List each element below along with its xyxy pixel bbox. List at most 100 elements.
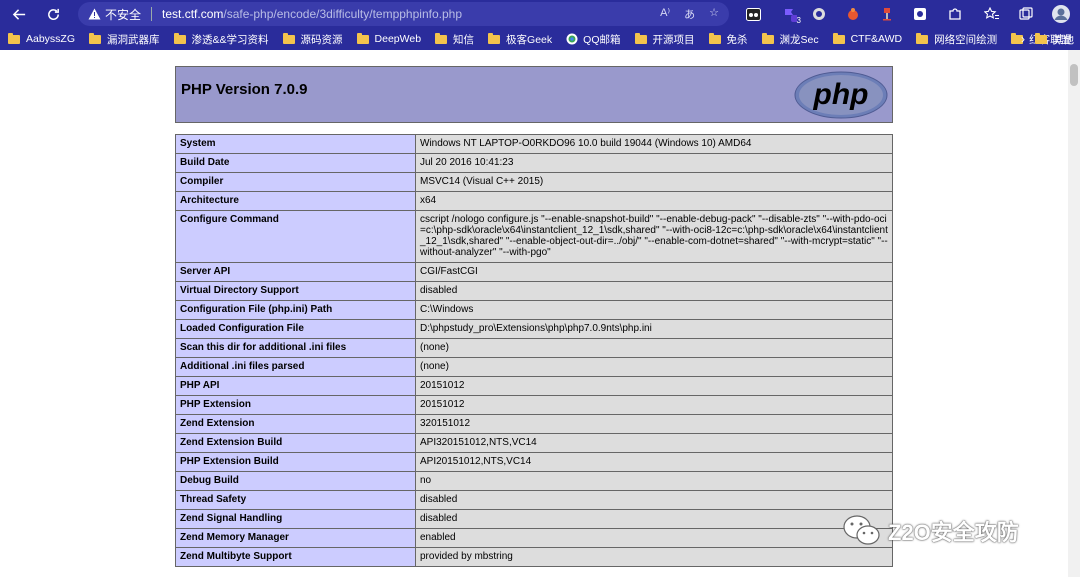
- extensions-button[interactable]: [945, 4, 965, 24]
- scrollbar-thumb[interactable]: [1070, 64, 1078, 86]
- table-row: Build Date Jul 20 2016 10:41:23: [175, 153, 893, 173]
- star-list-icon: [983, 7, 999, 19]
- bookmark-folder[interactable]: 渊龙Sec: [761, 32, 819, 47]
- info-value: Jul 20 2016 10:41:23: [415, 153, 893, 173]
- info-key: PHP Extension Build: [175, 452, 416, 472]
- table-row: PHP Extension Build API20151012,NTS,VC14: [175, 452, 893, 472]
- info-value: enabled: [415, 528, 893, 548]
- table-row: System Windows NT LAPTOP-O0RKDO96 10.0 bu…: [175, 134, 893, 154]
- folder-icon: [761, 32, 774, 44]
- table-row: Zend Multibyte Support provided by mbstri…: [175, 547, 893, 567]
- info-key: PHP API: [175, 376, 416, 396]
- folder-icon: [89, 32, 102, 44]
- info-value: (none): [415, 338, 893, 358]
- bookmark-folder[interactable]: 渗透&&学习资料: [173, 32, 269, 47]
- security-label: 不安全: [105, 7, 142, 22]
- folder-icon: [173, 32, 186, 44]
- bookmark-label: 网络空间绘测: [934, 33, 998, 46]
- table-row: Zend Extension Build API320151012,NTS,VC1…: [175, 433, 893, 453]
- info-key: Loaded Configuration File: [175, 319, 416, 339]
- table-row: Scan this dir for additional .ini files(…: [175, 338, 893, 358]
- address-bar[interactable]: 不安全 test.ctf.com/safe-php/encode/3diffic…: [78, 2, 729, 26]
- info-key: Configure Command: [175, 210, 416, 263]
- info-key: Zend Extension: [175, 414, 416, 434]
- info-key: Zend Signal Handling: [175, 509, 416, 529]
- info-value: D:\phpstudy_pro\Extensions\php\php7.0.9n…: [415, 319, 893, 339]
- back-button[interactable]: [2, 0, 36, 28]
- php-info-table: System Windows NT LAPTOP-O0RKDO96 10.0 bu…: [175, 134, 893, 567]
- folder-icon: [488, 32, 501, 44]
- screenshot-icon: [914, 8, 926, 20]
- table-row: Configuration File (php.ini) Path C:\Wind…: [175, 300, 893, 320]
- info-key: Zend Multibyte Support: [175, 547, 416, 567]
- bookmarks-overflow-chevron-icon[interactable]: ›: [1021, 32, 1025, 46]
- info-key: Debug Build: [175, 471, 416, 491]
- info-value: 20151012: [415, 376, 893, 396]
- bookmark-folder[interactable]: 知信: [435, 32, 474, 47]
- profile-avatar[interactable]: [1050, 4, 1072, 24]
- extension-icon-1[interactable]: [743, 4, 763, 24]
- extension-icon-3[interactable]: [809, 4, 829, 24]
- favorites-button[interactable]: [981, 4, 1001, 24]
- bookmark-folder[interactable]: 其他: [1035, 32, 1074, 47]
- info-key: Compiler: [175, 172, 416, 192]
- bug-icon: [848, 8, 858, 20]
- info-key: Zend Extension Build: [175, 433, 416, 453]
- avatar-icon: [1052, 5, 1070, 23]
- read-aloud-icon[interactable]: A⁾: [660, 6, 670, 22]
- bookmark-link[interactable]: QQ邮箱: [566, 32, 621, 47]
- info-value: C:\Windows: [415, 300, 893, 320]
- info-key: Additional .ini files parsed: [175, 357, 416, 377]
- bookmark-folder[interactable]: DeepWeb: [356, 32, 422, 45]
- bookmark-folder[interactable]: 开源项目: [634, 32, 695, 47]
- watermark-text: Z2O安全攻防: [888, 520, 1019, 545]
- bookmark-label: AabyssZG: [26, 33, 76, 45]
- info-value: API20151012,NTS,VC14: [415, 452, 893, 472]
- bookmark-folder[interactable]: 网络空间绘测: [916, 32, 997, 47]
- extension-icon-4[interactable]: [843, 4, 863, 24]
- url-path: /safe-php/encode/3difficulty/tempphpinfo…: [223, 7, 462, 21]
- refresh-button[interactable]: [36, 0, 70, 28]
- info-key: Configuration File (php.ini) Path: [175, 300, 416, 320]
- circle-icon: [813, 8, 825, 20]
- bookmark-folder[interactable]: AabyssZG: [8, 32, 76, 45]
- collections-button[interactable]: [1016, 4, 1036, 24]
- table-row: Zend Extension 320151012: [175, 414, 893, 434]
- extension-icon-5[interactable]: [877, 4, 897, 24]
- info-value: (none): [415, 357, 893, 377]
- folder-icon: [832, 32, 845, 44]
- favorite-add-icon[interactable]: ☆: [709, 6, 719, 22]
- info-table-body: System Windows NT LAPTOP-O0RKDO96 10.0 bu…: [175, 134, 893, 567]
- bookmark-label: 其他: [1053, 33, 1074, 46]
- qq-mail-icon: [566, 33, 578, 45]
- bookmark-folder[interactable]: 极客Geek: [488, 32, 552, 47]
- info-value: provided by mbstring: [415, 547, 893, 567]
- bookmark-folder[interactable]: CTF&AWD: [832, 32, 902, 45]
- table-row: Compiler MSVC14 (Visual C++ 2015): [175, 172, 893, 192]
- extension-icon-2[interactable]: 3: [779, 4, 801, 25]
- bookmark-label: 漏洞武器库: [107, 33, 160, 46]
- page-scrollbar[interactable]: [1068, 50, 1080, 577]
- collections-icon: [1019, 7, 1033, 20]
- folder-icon: [282, 32, 295, 44]
- table-row: Debug Build no: [175, 471, 893, 491]
- info-key: PHP Extension: [175, 395, 416, 415]
- owl-icon: [745, 7, 761, 21]
- folder-icon: [8, 32, 20, 44]
- bookmark-label: DeepWeb: [374, 33, 422, 45]
- bookmark-folder[interactable]: 漏洞武器库: [89, 32, 160, 47]
- php-version-header: PHP Version 7.0.9 php: [175, 66, 893, 123]
- table-row: PHP API 20151012: [175, 376, 893, 396]
- bookmark-folder[interactable]: 免杀: [708, 32, 748, 47]
- info-value: CGI/FastCGI: [415, 262, 893, 282]
- bookmarks-bar: AabyssZG 漏洞武器库 渗透&&学习资料 源码资源 DeepWeb 知信 …: [0, 28, 1080, 50]
- php-logo-text: php: [813, 78, 869, 111]
- table-row: Virtual Directory Support disabled: [175, 281, 893, 301]
- security-indicator[interactable]: 不安全: [88, 6, 141, 23]
- extension-icon-6[interactable]: [910, 4, 930, 24]
- bookmark-label: 渊龙Sec: [779, 33, 819, 46]
- info-value: disabled: [415, 509, 893, 529]
- info-value: cscript /nologo configure.js "--enable-s…: [415, 210, 893, 263]
- translate-icon[interactable]: あ: [684, 6, 695, 22]
- bookmark-folder[interactable]: 源码资源: [282, 32, 343, 47]
